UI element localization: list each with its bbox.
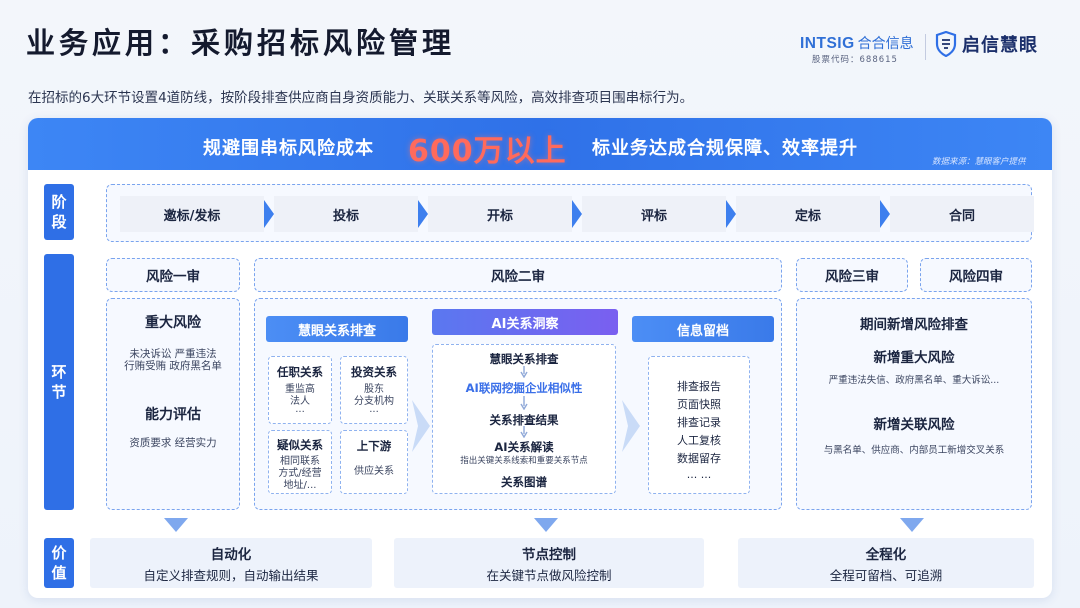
value-title: 节点控制 [522, 546, 576, 563]
card-suspected-l3: 地址/... [283, 480, 317, 491]
card-investment-l3: ... [369, 404, 379, 415]
side-label-link: 环节 [44, 254, 74, 510]
arrow-down-icon [520, 426, 528, 438]
value-desc: 全程可留档、可追溯 [829, 567, 943, 583]
arrow-down-icon [520, 366, 528, 378]
qixin-logo: 启信慧眼 [935, 31, 1038, 57]
card-investment-title: 投资关系 [351, 365, 397, 379]
review-3-header: 风险三审 [796, 258, 908, 292]
qixin-name: 启信慧眼 [962, 35, 1038, 56]
ai-insight-pill: AI关系洞察 [432, 309, 618, 335]
info-item: 人工复核 [677, 434, 721, 447]
stage-3: 开标 [428, 196, 572, 232]
value-full-process: 全程化 全程可留档、可追溯 [738, 538, 1034, 588]
info-item: 数据留存 [677, 452, 721, 465]
major-risk-line2: 行贿受贿 政府黑名单 [124, 360, 222, 372]
intsig-cn-name: 合合信息 [857, 36, 914, 52]
ability-title: 能力评估 [145, 407, 201, 423]
ability-line: 资质要求 经营实力 [129, 437, 217, 449]
arrow-down-icon [164, 518, 188, 532]
stage-6: 合同 [890, 196, 1034, 232]
chevron-right-icon [418, 200, 428, 228]
info-item: 排查记录 [677, 416, 721, 429]
relation-check-pill: 慧眼关系排查 [266, 316, 408, 342]
value-desc: 在关键节点做风险控制 [486, 567, 612, 583]
chevron-right-icon [572, 200, 582, 228]
page-subtitle: 在招标的6大环节设置4道防线，按阶段排查供应商自身资质能力、关联关系等风险，高效… [28, 90, 694, 106]
new-related-risk-title: 新增关联风险 [873, 417, 955, 433]
intsig-wordmark: INTSIG [800, 35, 855, 52]
chevron-right-icon [264, 200, 274, 228]
card-supply-chain-title: 上下游 [356, 439, 392, 453]
value-title: 全程化 [865, 546, 907, 563]
side-label-stage: 阶段 [44, 184, 74, 240]
card-employment-title: 任职关系 [277, 365, 323, 379]
stock-code: 股票代码：688615 [812, 55, 898, 65]
flow-step-1: 慧眼关系排查 [489, 352, 559, 366]
value-automation: 自动化 自定义排查规则，自动输出结果 [90, 538, 372, 588]
value-title: 自动化 [210, 546, 252, 563]
card-suspected-title: 疑似关系 [277, 438, 323, 452]
stage-5: 定标 [736, 196, 880, 232]
major-risk-title: 重大风险 [145, 315, 201, 331]
banner-highlight: 600万以上 [408, 134, 567, 169]
chevron-right-icon [880, 200, 890, 228]
logo-divider [925, 34, 926, 60]
info-item: ... ... [686, 468, 712, 481]
side-label-value: 价值 [44, 538, 74, 588]
card-employment-l3: ... [295, 404, 305, 415]
arrow-down-icon [520, 396, 528, 410]
banner-source: 数据来源：慧眼客户提供 [932, 157, 1026, 167]
value-desc: 自定义排查规则，自动输出结果 [143, 567, 319, 583]
new-major-risk-title: 新增重大风险 [873, 350, 955, 366]
chevron-right-icon [726, 200, 736, 228]
banner-right-text: 标业务达成合规保障、效率提升 [592, 138, 858, 159]
info-item: 页面快照 [677, 398, 721, 411]
value-node-control: 节点控制 在关键节点做风险控制 [394, 538, 704, 588]
new-related-risk-desc: 与黑名单、供应商、内部员工新增交叉关系 [823, 445, 1005, 456]
banner-left-text: 规避围串标风险成本 [203, 138, 374, 159]
arrow-down-icon [534, 518, 558, 532]
arrow-right-icon [412, 400, 430, 452]
flow-step-5: 关系图谱 [501, 475, 547, 489]
shield-icon [935, 31, 957, 57]
stage-4: 评标 [582, 196, 726, 232]
info-archive-pill: 信息留档 [632, 316, 774, 342]
intsig-logo: INTSIG 合合信息 [800, 33, 914, 53]
arrow-right-icon [622, 400, 640, 452]
page-title: 业务应用：采购招标风险管理 [26, 26, 456, 60]
stage-2: 投标 [274, 196, 418, 232]
stage-1: 邀标/发标 [120, 196, 264, 232]
arrow-down-icon [900, 518, 924, 532]
new-major-risk-desc: 严重违法失信、政府黑名单、重大诉讼... [828, 375, 1000, 386]
flow-step-4-sub: 指出关键关系线索和重要关系节点 [460, 456, 588, 466]
review-1-header: 风险一审 [106, 258, 240, 292]
new-risk-head: 期间新增风险排查 [860, 317, 968, 333]
card-supply-chain-l1: 供应关系 [354, 466, 394, 477]
flow-step-2: AI联网挖掘企业相似性 [465, 381, 583, 395]
review-2-header: 风险二审 [254, 258, 782, 292]
review-4-header: 风险四审 [920, 258, 1032, 292]
info-item: 排查报告 [677, 380, 721, 393]
flow-step-4: AI关系解读 [494, 440, 554, 454]
